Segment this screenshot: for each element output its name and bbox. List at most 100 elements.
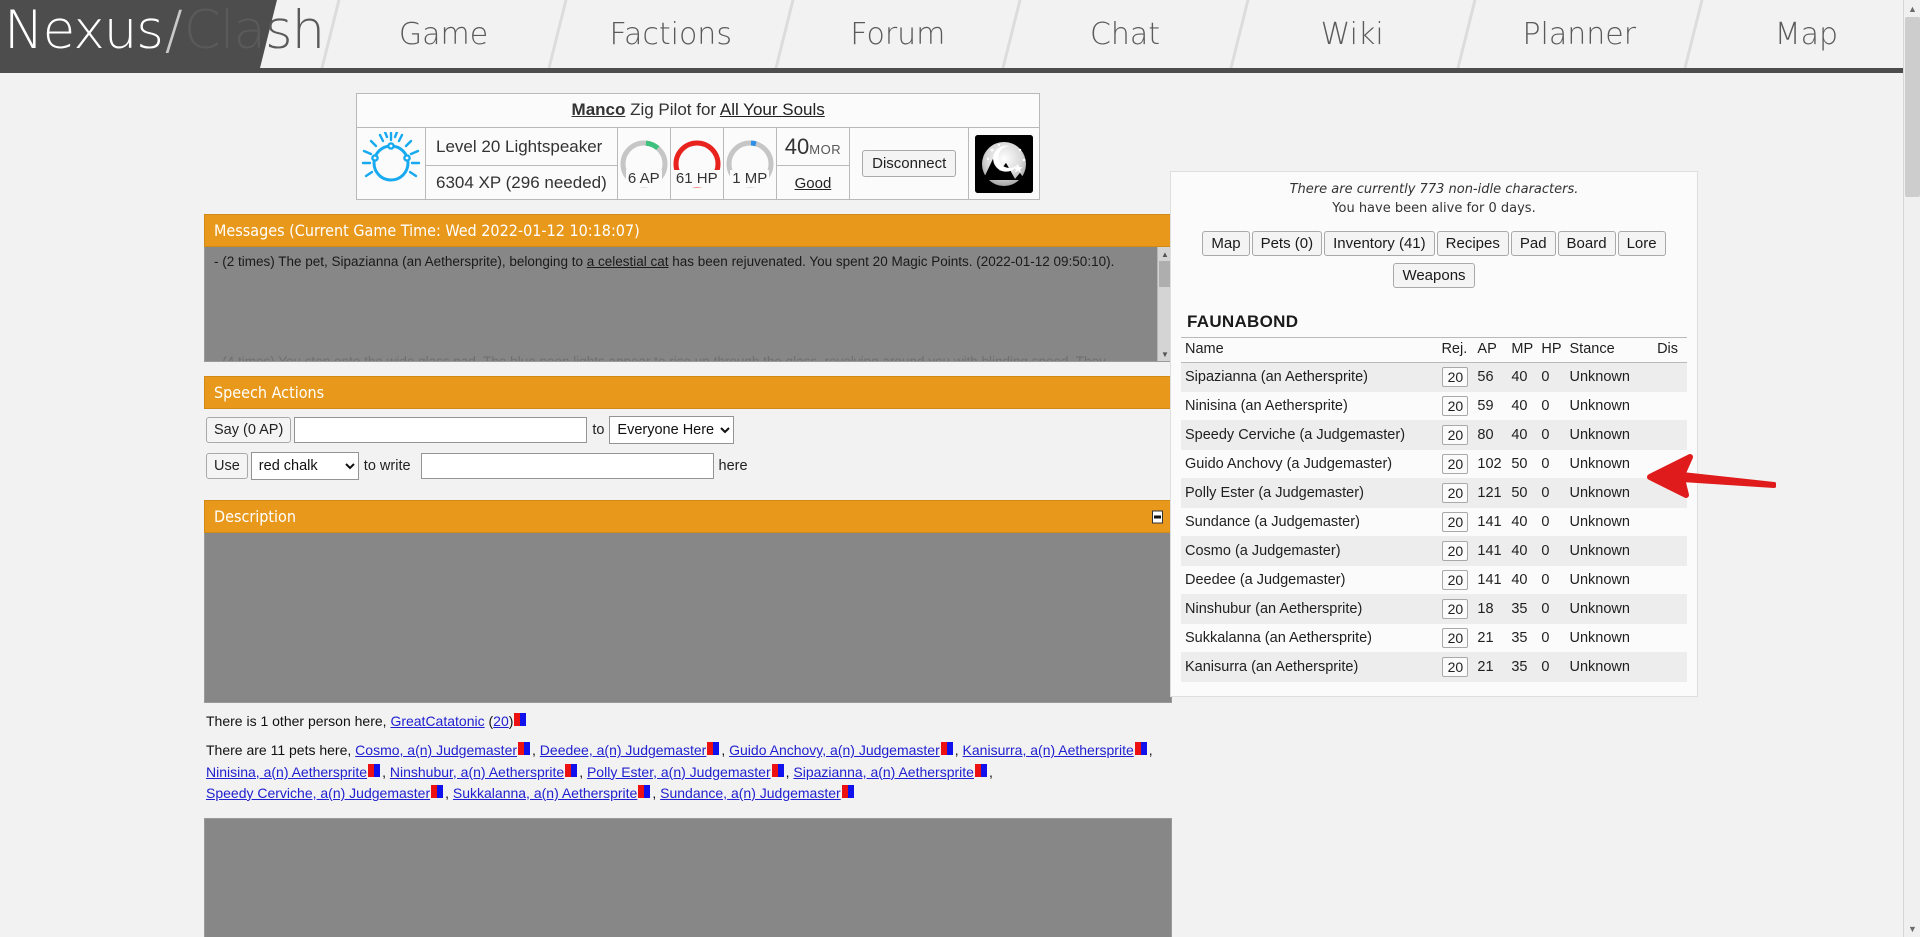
- pet-ap: 56: [1473, 362, 1508, 392]
- rejuvenate-button[interactable]: 20: [1442, 511, 1469, 532]
- pet-link[interactable]: Guido Anchovy, a(n) Judgemaster: [729, 742, 940, 758]
- faction-link[interactable]: All Your Souls: [720, 100, 825, 119]
- table-row: Polly Ester (a Judgemaster) 20 121 50 0 Unkno…: [1181, 478, 1687, 508]
- morale-value: 40: [784, 133, 810, 159]
- main-nav: Game Factions Forum Chat Wiki Planner Ma…: [330, 0, 1920, 68]
- nav-item-game[interactable]: Game: [330, 0, 557, 68]
- pet-stance: Unknown: [1565, 594, 1654, 624]
- pet-rejuvenate[interactable]: 20: [1437, 478, 1474, 508]
- rejuvenate-button[interactable]: 20: [1442, 424, 1469, 445]
- nav-item-wiki[interactable]: Wiki: [1239, 0, 1466, 68]
- say-target-select[interactable]: Everyone Here: [609, 416, 735, 444]
- pet-link[interactable]: Cosmo, a(n) Judgemaster: [355, 742, 517, 758]
- pet-link[interactable]: Polly Ester, a(n) Judgemaster: [587, 764, 771, 780]
- pet-link[interactable]: Ninisina, a(n) Aethersprite: [206, 764, 367, 780]
- pet-rejuvenate[interactable]: 20: [1437, 420, 1474, 450]
- pet-mp: 50: [1507, 449, 1538, 479]
- recipes-button[interactable]: Recipes: [1436, 230, 1509, 256]
- nav-item-map[interactable]: Map: [1693, 0, 1920, 68]
- table-row: Kanisurra (an Aethersprite) 20 21 35 0 Unknow…: [1181, 652, 1687, 682]
- pet-name: Guido Anchovy (a Judgemaster): [1181, 449, 1438, 479]
- site-logo[interactable]: Nexus / Clash: [0, 0, 325, 64]
- page-scrollbar[interactable]: ▲ ▼: [1903, 0, 1920, 937]
- collapse-minus-icon[interactable]: [1152, 510, 1163, 523]
- status-flag-icon: [1134, 742, 1148, 756]
- pet-rejuvenate[interactable]: 20: [1437, 362, 1474, 392]
- rejuvenate-button[interactable]: 20: [1442, 366, 1469, 387]
- pet-rejuvenate[interactable]: 20: [1437, 391, 1474, 421]
- rejuvenate-button[interactable]: 20: [1442, 598, 1469, 619]
- table-row: Cosmo (a Judgemaster) 20 141 40 0 Unknown: [1181, 536, 1687, 566]
- mp-value: 1 MP: [730, 169, 770, 187]
- pet-rejuvenate[interactable]: 20: [1437, 623, 1474, 653]
- rejuvenate-button[interactable]: 20: [1442, 627, 1469, 648]
- say-button[interactable]: Say (0 AP): [206, 417, 292, 443]
- disconnect-button[interactable]: Disconnect: [862, 150, 957, 177]
- write-input[interactable]: [420, 453, 714, 479]
- pet-hp: 0: [1537, 449, 1566, 479]
- col-header-dis: Dis: [1653, 336, 1687, 363]
- board-button[interactable]: Board: [1557, 230, 1616, 256]
- chalk-select[interactable]: red chalk: [250, 452, 359, 480]
- weapons-button[interactable]: Weapons: [1393, 262, 1475, 288]
- pets-button[interactable]: Pets (0): [1251, 230, 1323, 256]
- status-flag-icon: [940, 742, 954, 756]
- lvl-open: (: [484, 713, 494, 729]
- pet-ap: 102: [1473, 449, 1508, 479]
- messages-panel-body[interactable]: - (2 times) The pet, Sipazianna (an Aeth…: [204, 247, 1172, 362]
- status-flag-icon: [431, 784, 444, 798]
- pet-entry: Sipazianna, a(n) Aethersprite: [793, 763, 989, 780]
- table-row: Sipazianna (an Aethersprite) 20 56 40 0 Unkno…: [1181, 362, 1687, 392]
- inventory-button[interactable]: Inventory (41): [1324, 230, 1435, 256]
- pet-mp: 50: [1507, 478, 1538, 508]
- pet-link[interactable]: Sipazianna, a(n) Aethersprite: [793, 764, 974, 780]
- rejuvenate-button[interactable]: 20: [1442, 395, 1469, 416]
- nav-item-planner[interactable]: Planner: [1466, 0, 1693, 68]
- scrollbar-thumb[interactable]: [1905, 17, 1920, 197]
- pet-rejuvenate[interactable]: 20: [1437, 449, 1474, 479]
- rejuvenate-button[interactable]: 20: [1442, 569, 1469, 590]
- rejuvenate-button[interactable]: 20: [1442, 482, 1469, 503]
- say-input[interactable]: [294, 417, 588, 443]
- pet-link[interactable]: Deedee, a(n) Judgemaster: [540, 742, 707, 758]
- pet-link[interactable]: Sukkalanna, a(n) Aethersprite: [453, 785, 637, 801]
- person-link-greatcatatonic[interactable]: GreatCatatonic: [390, 713, 484, 729]
- map-button[interactable]: Map: [1202, 230, 1250, 256]
- rejuvenate-button[interactable]: 20: [1442, 453, 1469, 474]
- nav-item-factions[interactable]: Factions: [557, 0, 784, 68]
- rejuvenate-button[interactable]: 20: [1442, 540, 1469, 561]
- pet-rejuvenate[interactable]: 20: [1437, 536, 1474, 566]
- pet-hp: 0: [1537, 420, 1566, 450]
- pet-link[interactable]: Kanisurra, a(n) Aethersprite: [963, 742, 1134, 758]
- scroll-down-arrow-icon[interactable]: ▼: [1904, 920, 1920, 937]
- speech-actions-body: Say (0 AP) to Everyone Here Use red chal…: [204, 409, 1172, 486]
- pets-line: There are 11 pets here, Cosmo, a(n) Judg…: [206, 742, 1153, 801]
- pet-link[interactable]: Speedy Cerviche, a(n) Judgemaster: [206, 785, 430, 801]
- nav-item-forum[interactable]: Forum: [784, 0, 1011, 68]
- pet-hp: 0: [1537, 391, 1566, 421]
- pet-rejuvenate[interactable]: 20: [1437, 565, 1474, 595]
- character-name[interactable]: Manco: [572, 100, 626, 119]
- use-button[interactable]: Use: [206, 453, 248, 479]
- moon-night-icon[interactable]: [975, 134, 1034, 193]
- person-level-link[interactable]: 20: [493, 713, 509, 729]
- lore-button[interactable]: Lore: [1617, 230, 1666, 256]
- pet-rejuvenate[interactable]: 20: [1437, 652, 1474, 682]
- message-1-post: has been rejuvenated. You spent 20 Magic…: [668, 254, 1115, 269]
- pet-mp: 40: [1507, 565, 1538, 595]
- rejuvenate-button[interactable]: 20: [1442, 656, 1469, 677]
- nav-item-chat[interactable]: Chat: [1011, 0, 1238, 68]
- message-1-link[interactable]: a celestial cat: [587, 254, 669, 269]
- pad-button[interactable]: Pad: [1510, 230, 1556, 256]
- condition-link[interactable]: Good: [795, 175, 832, 192]
- pet-entry: Kanisurra, a(n) Aethersprite: [963, 742, 1149, 758]
- messages-scrollbar[interactable]: ▲ ▼: [1157, 247, 1171, 361]
- pet-link[interactable]: Ninshubur, a(n) Aethersprite: [390, 764, 564, 780]
- pet-stance: Unknown: [1565, 420, 1654, 450]
- pet-rejuvenate[interactable]: 20: [1437, 507, 1474, 537]
- pet-ap: 80: [1473, 420, 1508, 450]
- scroll-up-arrow-icon[interactable]: ▲: [1904, 0, 1920, 17]
- pet-link[interactable]: Sundance, a(n) Judgemaster: [660, 785, 841, 801]
- pet-ap: 121: [1473, 478, 1508, 508]
- pet-rejuvenate[interactable]: 20: [1437, 594, 1474, 624]
